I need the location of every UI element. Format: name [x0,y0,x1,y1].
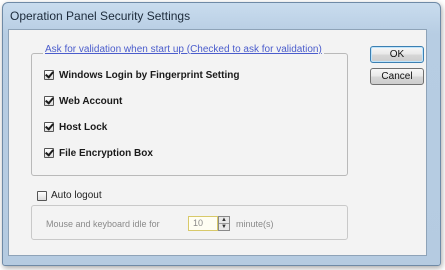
idle-minutes-input[interactable]: 10 [188,216,218,231]
auto-logout-row[interactable]: Auto logout [37,190,102,201]
checkbox-row-file-encryption[interactable]: File Encryption Box [44,146,153,160]
validation-group-legend: Ask for validation when start up (Checke… [43,44,324,55]
fingerprint-checkbox[interactable] [44,70,54,80]
file-encryption-label: File Encryption Box [59,147,153,159]
checkbox-row-fingerprint[interactable]: Windows Login by Fingerprint Setting [44,68,239,82]
dialog-title: Operation Panel Security Settings [10,9,191,23]
cancel-button[interactable]: Cancel [370,68,424,85]
file-encryption-checkbox[interactable] [44,148,54,158]
ok-button[interactable]: OK [370,46,424,63]
idle-label: Mouse and keyboard idle for [46,219,160,229]
checkbox-row-web-account[interactable]: Web Account [44,94,122,108]
auto-logout-label: Auto logout [51,190,102,201]
web-account-label: Web Account [59,95,123,107]
idle-minutes-spinner[interactable]: ▲ ▼ [218,216,230,231]
checkbox-row-host-lock[interactable]: Host Lock [44,120,107,134]
idle-unit-label: minute(s) [236,219,274,229]
host-lock-label: Host Lock [59,121,108,133]
auto-logout-checkbox[interactable] [37,190,47,201]
fingerprint-label: Windows Login by Fingerprint Setting [59,69,240,81]
web-account-checkbox[interactable] [44,96,54,106]
spin-down-icon[interactable]: ▼ [219,223,229,230]
host-lock-checkbox[interactable] [44,122,54,132]
